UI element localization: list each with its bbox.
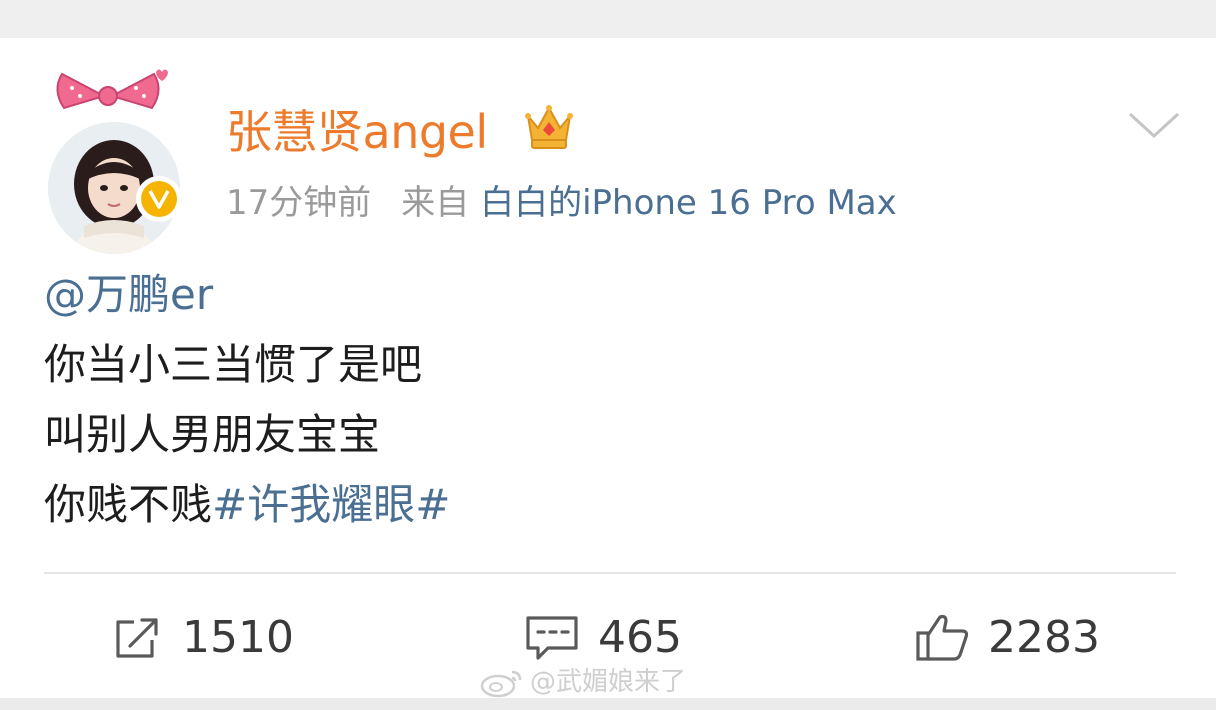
bottom-strip: [0, 698, 1216, 710]
content-line: 叫别人男朋友宝宝: [44, 410, 381, 459]
content-line: 你当小三当惯了是吧: [44, 340, 423, 389]
like-count: 2283: [988, 612, 1100, 663]
chevron-down-icon[interactable]: [1126, 106, 1182, 142]
top-strip: [0, 0, 1216, 38]
comment-button[interactable]: 465: [524, 610, 682, 666]
watermark-text: @武媚娘来了: [530, 667, 687, 697]
share-button[interactable]: 1510: [112, 610, 294, 666]
comment-count: 465: [598, 612, 682, 663]
verified-badge-icon: [136, 176, 182, 222]
watermark: @武媚娘来了: [478, 664, 686, 700]
like-icon: [916, 614, 969, 661]
comment-icon: [526, 616, 578, 660]
divider: [44, 572, 1176, 574]
content-line: 你贱不贱: [44, 480, 213, 529]
post-meta: 17分钟前 来自 白白的iPhone 16 Pro Max: [226, 180, 897, 226]
crown-icon[interactable]: [524, 100, 574, 152]
like-button[interactable]: 2283: [914, 610, 1100, 666]
device-link[interactable]: 白白的iPhone 16 Pro Max: [480, 183, 897, 223]
weibo-logo-icon: [480, 670, 522, 698]
source-prefix: 来自: [401, 183, 470, 223]
share-icon: [116, 618, 158, 658]
share-count: 1510: [182, 612, 294, 663]
username[interactable]: 张慧贤angel: [226, 102, 488, 162]
post-time: 17分钟前: [226, 183, 372, 223]
mention-link[interactable]: @万鹏er: [44, 270, 213, 319]
bow-icon: [56, 69, 168, 110]
post-content: @万鹏er 你当小三当惯了是吧 叫别人男朋友宝宝 你贱不贱#许我耀眼#: [44, 268, 450, 548]
hashtag-link[interactable]: #许我耀眼#: [212, 480, 450, 529]
